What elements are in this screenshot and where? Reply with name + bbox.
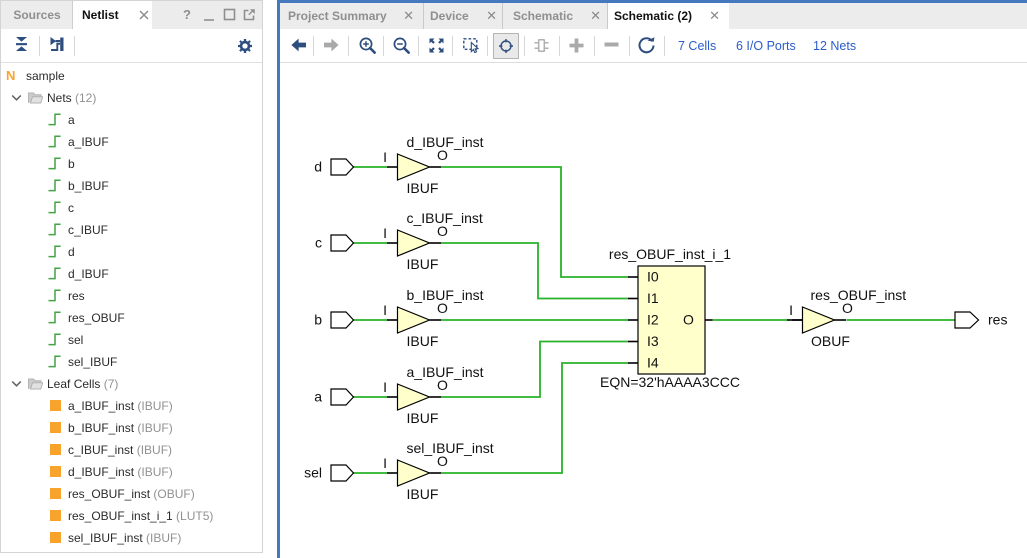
svg-text:c_IBUF_inst: c_IBUF_inst xyxy=(407,210,483,226)
svg-text:sel: sel xyxy=(304,465,322,481)
svg-text:c: c xyxy=(315,235,322,251)
svg-text:IBUF: IBUF xyxy=(407,486,439,502)
svg-text:EQN=32'hAAAA3CCC: EQN=32'hAAAA3CCC xyxy=(600,374,740,390)
svg-text:I: I xyxy=(383,149,387,165)
svg-text:res: res xyxy=(988,312,1007,328)
svg-text:res_OBUF_inst: res_OBUF_inst xyxy=(811,287,907,303)
svg-text:I: I xyxy=(383,302,387,318)
svg-text:a: a xyxy=(314,389,322,405)
svg-text:b_IBUF_inst: b_IBUF_inst xyxy=(407,287,484,303)
svg-text:I: I xyxy=(383,225,387,241)
svg-text:I0: I0 xyxy=(647,269,659,285)
svg-text:I3: I3 xyxy=(647,333,659,349)
svg-text:IBUF: IBUF xyxy=(407,410,439,426)
svg-text:sel_IBUF_inst: sel_IBUF_inst xyxy=(407,440,494,456)
svg-text:O: O xyxy=(683,312,694,328)
svg-text:d_IBUF_inst: d_IBUF_inst xyxy=(407,134,484,150)
svg-text:I2: I2 xyxy=(647,312,659,328)
svg-text:I: I xyxy=(383,455,387,471)
svg-text:I: I xyxy=(789,302,793,318)
svg-text:b: b xyxy=(314,312,322,328)
svg-text:res_OBUF_inst_i_1: res_OBUF_inst_i_1 xyxy=(609,246,731,262)
svg-text:a_IBUF_inst: a_IBUF_inst xyxy=(407,364,484,380)
svg-text:OBUF: OBUF xyxy=(811,333,850,349)
svg-text:I4: I4 xyxy=(647,355,659,371)
svg-text:d: d xyxy=(314,159,322,175)
svg-text:I: I xyxy=(383,379,387,395)
svg-text:I1: I1 xyxy=(647,290,659,306)
svg-text:IBUF: IBUF xyxy=(407,256,439,272)
svg-text:IBUF: IBUF xyxy=(407,333,439,349)
svg-text:IBUF: IBUF xyxy=(407,180,439,196)
